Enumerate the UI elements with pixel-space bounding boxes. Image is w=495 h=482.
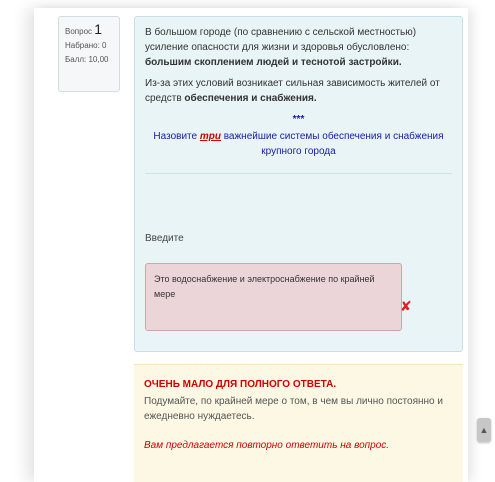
- scored-label: Набрано: 0: [65, 41, 107, 50]
- question-paragraph-1: В большом городе (по сравнению с сельско…: [145, 27, 417, 68]
- chevron-up-icon: ▲: [479, 425, 489, 435]
- question-info-panel: Вопрос 1 Набрано: 0 Балл: 10,00: [58, 16, 120, 92]
- question-paragraph-2: Из-за этих условий возникает сильная зав…: [145, 78, 440, 104]
- answer-label: Введите: [145, 233, 184, 244]
- scroll-up-button[interactable]: ▲: [477, 418, 491, 442]
- answer-field[interactable]: Это водоснабжение и электроснабжение по …: [145, 263, 402, 331]
- retry-message: Вам предлагается повторно ответить на во…: [144, 440, 390, 451]
- question-number: Вопрос 1: [65, 21, 103, 37]
- divider: [145, 173, 452, 174]
- question-content: В большом городе (по сравнению с сельско…: [134, 16, 463, 352]
- separator-stars: ***: [292, 114, 305, 125]
- points-label: Балл: 10,00: [65, 55, 109, 64]
- task-text: Назовите три важнейшие системы обеспечен…: [153, 131, 444, 157]
- task-emphasis: три: [199, 131, 221, 142]
- feedback-title: ОЧЕНЬ МАЛО ДЛЯ ПОЛНОГО ОТВЕТА.: [144, 379, 337, 390]
- feedback-panel: ОЧЕНЬ МАЛО ДЛЯ ПОЛНОГО ОТВЕТА. Подумайте…: [134, 364, 463, 482]
- cross-icon: ✘: [400, 298, 412, 314]
- feedback-text: Подумайте, по крайней мере о том, в чем …: [144, 396, 443, 422]
